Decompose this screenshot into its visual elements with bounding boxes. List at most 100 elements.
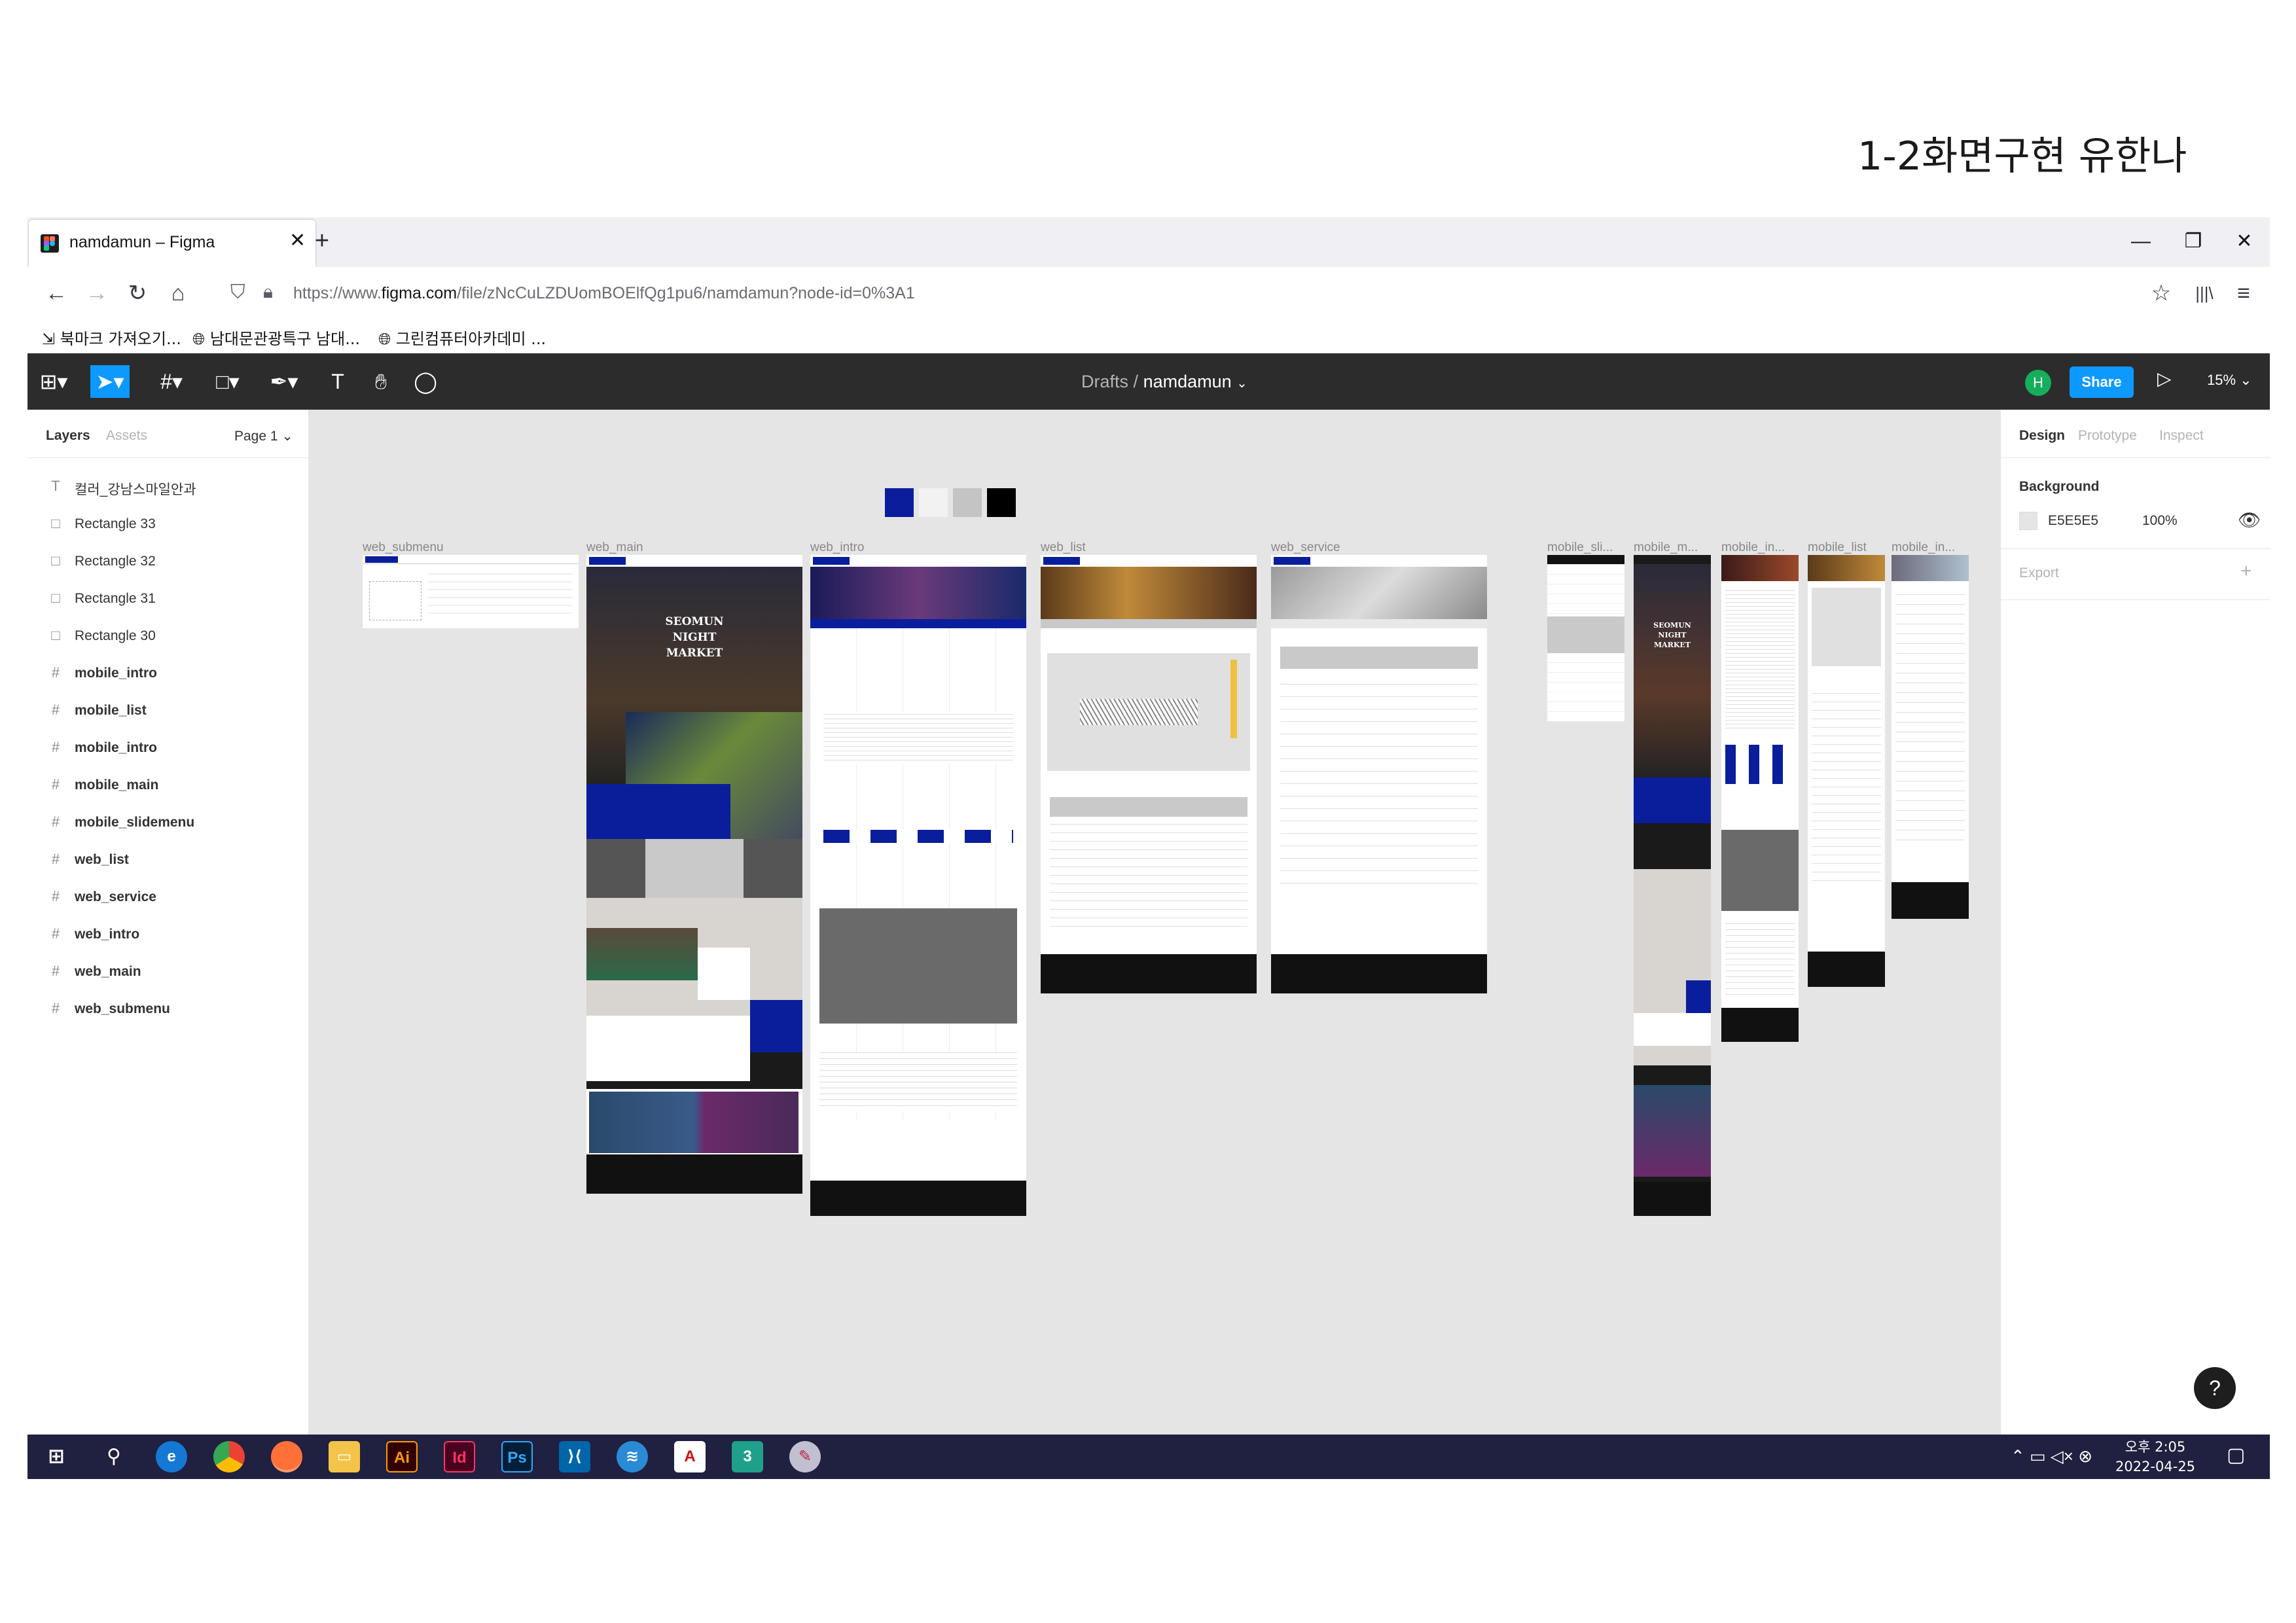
layer-item[interactable]: # mobile_main bbox=[27, 767, 309, 804]
frame-label[interactable]: mobile_in... bbox=[1721, 541, 1785, 555]
frame-mobile-intro[interactable] bbox=[1721, 555, 1799, 1042]
url-bar[interactable]: ⛉ 🔒︎ https://www.figma.com/file/zNcCuLZD… bbox=[211, 272, 2142, 314]
notification-icon[interactable]: ▢ bbox=[2227, 1444, 2245, 1467]
taskbar-clock[interactable]: 오후 2:05 2022-04-25 bbox=[2115, 1437, 2195, 1476]
frame-label[interactable]: web_intro bbox=[810, 541, 864, 555]
main-menu-icon[interactable]: ⊞▾ bbox=[34, 365, 73, 398]
color-swatch[interactable] bbox=[987, 488, 1016, 517]
layer-item[interactable]: # mobile_intro bbox=[27, 655, 309, 692]
page-selector[interactable]: Page 1 ⌄ bbox=[234, 428, 293, 444]
bookmark-item[interactable]: 🌐︎ 그린컴퓨터아카데미 ... bbox=[378, 326, 546, 349]
layer-item[interactable]: # mobile_slidemenu bbox=[27, 804, 309, 842]
frame-label[interactable]: mobile_in... bbox=[1892, 541, 1955, 555]
frame-label[interactable]: mobile_list bbox=[1808, 541, 1867, 555]
filezilla-icon[interactable]: ≋ bbox=[617, 1441, 648, 1472]
chevron-down-icon[interactable]: ⌄ bbox=[1236, 376, 1247, 391]
layer-item[interactable]: T 컬러_강남스마일안과 bbox=[27, 469, 309, 506]
frame-mobile-main[interactable]: SEOMUN NIGHT MARKET bbox=[1634, 555, 1711, 1216]
indesign-icon[interactable]: Id bbox=[444, 1441, 475, 1472]
frame-mobile-intro-2[interactable] bbox=[1892, 555, 1969, 919]
frame-mobile-list[interactable] bbox=[1808, 555, 1885, 987]
layer-item[interactable]: # web_list bbox=[27, 842, 309, 879]
comment-tool-icon[interactable]: ◯ bbox=[406, 365, 445, 398]
pen-tool-icon[interactable]: ✒▾ bbox=[264, 365, 304, 398]
frame-mobile-slidemenu[interactable] bbox=[1547, 555, 1624, 721]
layer-item[interactable]: □ Rectangle 32 bbox=[27, 543, 309, 580]
frame-tool-icon[interactable]: #▾ bbox=[152, 365, 191, 398]
eye-icon[interactable]: 👁︎ bbox=[2238, 509, 2261, 531]
avatar[interactable]: H bbox=[2025, 370, 2051, 396]
illustrator-icon[interactable]: Ai bbox=[386, 1441, 418, 1472]
rectangle-tool-icon[interactable]: □▾ bbox=[208, 365, 247, 398]
background-hex-input[interactable]: E5E5E5 bbox=[2048, 513, 2098, 529]
frame-label[interactable]: mobile_sli... bbox=[1547, 541, 1613, 555]
background-opacity-input[interactable]: 100% bbox=[2142, 513, 2178, 529]
text-tool-icon[interactable]: T bbox=[318, 365, 357, 398]
photoshop-icon[interactable]: Ps bbox=[501, 1441, 533, 1472]
chrome-icon[interactable] bbox=[213, 1441, 245, 1472]
frame-label[interactable]: web_main bbox=[586, 541, 643, 555]
zoom-dropdown[interactable]: 15% ⌄ bbox=[2207, 372, 2252, 389]
frame-web-main[interactable]: SEOMUN NIGHT MARKET bbox=[586, 555, 802, 1194]
tab-prototype[interactable]: Prototype bbox=[2078, 428, 2137, 444]
layer-item[interactable]: □ Rectangle 30 bbox=[27, 618, 309, 655]
canvas[interactable]: web_submenu web_main web_intro web_list … bbox=[309, 410, 2000, 1435]
tab-assets[interactable]: Assets bbox=[106, 428, 147, 444]
restore-icon[interactable]: ❐ bbox=[2170, 225, 2216, 258]
frame-web-submenu[interactable] bbox=[363, 555, 579, 628]
color-swatch[interactable] bbox=[885, 488, 914, 517]
tab-design[interactable]: Design bbox=[2019, 428, 2065, 444]
layer-item[interactable]: # web_submenu bbox=[27, 991, 309, 1028]
tab-layers[interactable]: Layers bbox=[46, 428, 90, 444]
layer-item[interactable]: # web_intro bbox=[27, 916, 309, 954]
breadcrumb-parent[interactable]: Drafts bbox=[1081, 372, 1128, 391]
frame-label[interactable]: mobile_m... bbox=[1634, 541, 1698, 555]
url-text[interactable]: https://www.figma.com/file/zNcCuLZDUomBO… bbox=[293, 284, 915, 303]
reload-icon[interactable]: ↻ bbox=[120, 276, 154, 310]
layer-item[interactable]: □ Rectangle 31 bbox=[27, 580, 309, 618]
search-icon[interactable]: ⚲ bbox=[98, 1441, 130, 1472]
frame-label[interactable]: web_service bbox=[1271, 541, 1340, 555]
layer-item[interactable]: # mobile_intro bbox=[27, 730, 309, 767]
browser-tab[interactable]: namdamun – Figma ✕ bbox=[29, 220, 315, 267]
breadcrumb[interactable]: Drafts / namdamun ⌄ bbox=[1081, 372, 1247, 392]
paint-icon[interactable]: ✎ bbox=[789, 1441, 821, 1472]
menu-icon[interactable]: ≡ bbox=[2227, 276, 2261, 310]
firefox-icon[interactable] bbox=[271, 1441, 302, 1472]
layer-item[interactable]: # web_service bbox=[27, 879, 309, 916]
add-export-icon[interactable]: + bbox=[2240, 560, 2252, 582]
app-3-icon[interactable]: 3 bbox=[732, 1441, 763, 1472]
layer-item[interactable]: # mobile_list bbox=[27, 692, 309, 730]
background-swatch[interactable] bbox=[2019, 512, 2037, 530]
bookmark-item[interactable]: 🌐︎ 남대문관광특구 남대... bbox=[192, 326, 360, 349]
layer-item[interactable]: # web_main bbox=[27, 954, 309, 991]
windows-start-icon[interactable]: ⊞ bbox=[41, 1441, 72, 1472]
layer-item[interactable]: □ Rectangle 33 bbox=[27, 506, 309, 543]
share-button[interactable]: Share bbox=[2070, 366, 2134, 398]
vscode-icon[interactable]: ⟩⟨ bbox=[559, 1441, 590, 1472]
acrobat-icon[interactable]: A bbox=[674, 1441, 706, 1472]
move-tool-icon[interactable]: ➤▾ bbox=[90, 365, 130, 398]
bookmark-import[interactable]: ⇲ 북마크 가져오기... bbox=[42, 326, 181, 349]
lock-icon[interactable]: 🔒︎ bbox=[263, 281, 273, 303]
home-icon[interactable]: ⌂ bbox=[161, 276, 195, 310]
file-explorer-icon[interactable]: ▭ bbox=[329, 1441, 360, 1472]
color-swatch[interactable] bbox=[953, 488, 982, 517]
color-swatch[interactable] bbox=[919, 488, 948, 517]
present-icon[interactable]: ▷ bbox=[2157, 368, 2172, 389]
edge-icon[interactable]: e bbox=[156, 1441, 187, 1472]
frame-web-intro[interactable] bbox=[810, 555, 1026, 1216]
hand-tool-icon[interactable]: ✋︎ bbox=[361, 365, 401, 398]
system-tray[interactable]: ⌃ ▭ ◁× ⊗ bbox=[2011, 1446, 2092, 1467]
bookmark-star-icon[interactable]: ☆ bbox=[2144, 276, 2178, 310]
frame-web-list[interactable] bbox=[1041, 555, 1257, 993]
frame-web-service[interactable] bbox=[1271, 555, 1487, 993]
library-icon[interactable]: |||\ bbox=[2187, 276, 2221, 310]
help-button[interactable]: ? bbox=[2194, 1367, 2236, 1409]
new-tab-button[interactable]: + bbox=[302, 228, 342, 257]
shield-icon[interactable]: ⛉ bbox=[230, 281, 245, 304]
frame-label[interactable]: web_list bbox=[1041, 541, 1086, 555]
back-icon[interactable]: ← bbox=[39, 276, 73, 310]
forward-icon[interactable]: → bbox=[80, 276, 114, 310]
file-name[interactable]: namdamun bbox=[1143, 372, 1232, 391]
